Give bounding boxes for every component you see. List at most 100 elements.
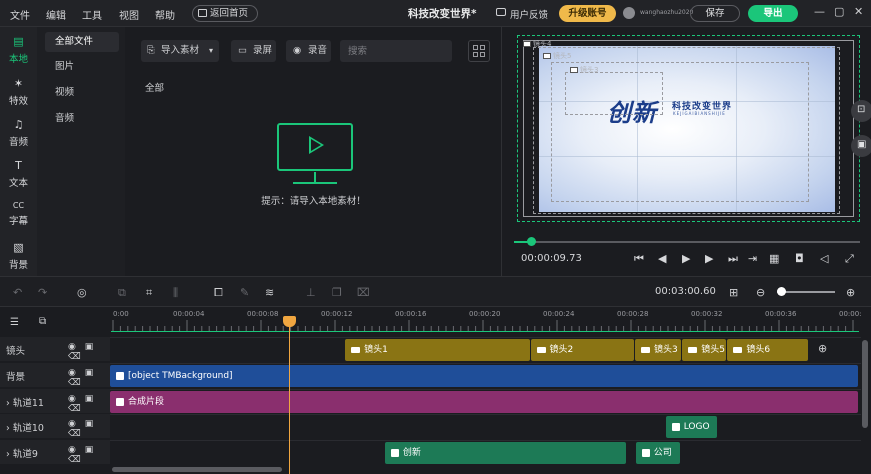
prev-frame-icon[interactable]: ◀ [658, 252, 666, 265]
sub-images[interactable]: 图片 [45, 57, 119, 77]
add-track-icon[interactable]: ⧉ [39, 316, 46, 327]
timeline-clip[interactable]: 镜头1 [345, 339, 530, 361]
track-controls-icon[interactable]: ◉ ▣ ⌫ [68, 368, 110, 388]
nav-background[interactable]: ▧ 背景 [0, 235, 37, 275]
track-header[interactable]: › 轨道10 ◉ ▣ ⌫ [0, 414, 110, 439]
ruler-tick-label: 00:00:28 [617, 310, 648, 318]
sub-audio[interactable]: 音频 [45, 109, 119, 129]
nav-subtitle[interactable]: CC 字幕 [0, 195, 37, 235]
zoom-slider-knob[interactable] [777, 287, 786, 296]
save-button[interactable]: 保存 [690, 5, 740, 22]
avatar[interactable] [623, 7, 635, 19]
timeline-clip[interactable]: [object TMBackground] [110, 365, 858, 387]
monitor-base [293, 182, 337, 184]
menu-file[interactable]: 文件 [10, 7, 30, 22]
sub-all-files[interactable]: 全部文件 [45, 32, 119, 52]
canvas-tag-shot5[interactable]: 镜头5 [543, 51, 571, 61]
play-button[interactable]: ▶ [682, 252, 690, 265]
undo-icon[interactable]: ↶ [13, 286, 22, 299]
track-lane[interactable]: 创新 公司 [110, 440, 861, 464]
playhead-handle[interactable] [283, 316, 296, 327]
export-button[interactable]: 导出 [748, 5, 798, 22]
track-lane[interactable]: 镜头1 镜头2 镜头3 镜头5 镜头6 ⊕ [110, 337, 861, 361]
nav-text[interactable]: T 文本 [0, 153, 37, 193]
track-header[interactable]: › 轨道9 ◉ ▣ ⌫ [0, 440, 110, 465]
redo-icon[interactable]: ↷ [38, 286, 47, 299]
zoom-out-icon[interactable]: ⊖ [756, 286, 765, 299]
preview-progress-knob[interactable] [527, 237, 537, 246]
fit-timeline-icon[interactable]: ⊞ [729, 286, 738, 299]
track-header[interactable]: 镜头 ◉ ▣ ⌫ [0, 337, 110, 362]
layers-icon[interactable]: ≋ [265, 286, 274, 299]
record-audio-button[interactable]: ◉ 录音 [286, 40, 331, 62]
track-lane[interactable]: 合成片段 [110, 389, 861, 413]
minimize-icon[interactable]: — [814, 5, 825, 18]
next-frame-icon[interactable]: ▶ [705, 252, 713, 265]
timeline-clip[interactable]: 合成片段 [110, 391, 858, 413]
timeline-clip[interactable]: 镜头6 [727, 339, 809, 361]
nav-background-label: 背景 [8, 260, 28, 271]
fit-icon[interactable]: ⧉ [118, 286, 126, 300]
clip-label: 公司 [653, 448, 672, 458]
timeline-clip[interactable]: 创新 [384, 442, 626, 464]
timeline-clip[interactable]: 镜头5 [682, 339, 727, 361]
crop-tool-icon[interactable]: ⌗ [146, 286, 152, 300]
nav-effects[interactable]: ✶ 特效 [0, 71, 37, 111]
track-controls-icon[interactable]: ◉ ▣ ⌫ [68, 445, 110, 465]
canvas-tag-shot3[interactable]: 镜头3 [570, 65, 598, 75]
grid-view-button[interactable] [468, 40, 490, 62]
lock-tool-button[interactable]: ▣ [851, 135, 871, 157]
canvas-tag-shot4[interactable]: 镜头4 [523, 39, 551, 49]
menu-edit[interactable]: 编辑 [46, 7, 66, 22]
volume-icon[interactable]: ◁ [820, 252, 828, 265]
add-shot-icon[interactable]: ⊕ [818, 342, 827, 355]
timeline-vscrollbar[interactable] [862, 340, 868, 428]
track-controls-icon[interactable]: ◉ ▣ ⌫ [68, 394, 110, 414]
record-screen-button[interactable]: ▭ 录屏 [231, 40, 276, 62]
menu-view[interactable]: 视图 [119, 7, 139, 22]
timeline-clip[interactable]: 镜头3 [634, 339, 682, 361]
track-controls-icon[interactable]: ◉ ▣ ⌫ [68, 342, 110, 362]
menu-tools[interactable]: 工具 [82, 7, 102, 22]
upgrade-button[interactable]: 升级账号 [559, 5, 616, 22]
jump-end-icon[interactable]: ⇥ [748, 252, 757, 265]
snapshot-icon[interactable]: ◘ [795, 252, 804, 265]
zoom-in-icon[interactable]: ⊕ [846, 286, 855, 299]
sub-videos[interactable]: 视频 [45, 83, 119, 103]
feedback-button[interactable]: 用户反馈 [496, 7, 548, 21]
import-button[interactable]: ⎘ 导入素材 ▾ [141, 40, 219, 62]
fullscreen-icon[interactable]: ⤢ [845, 252, 854, 266]
timeline-clip[interactable]: 公司 [635, 442, 680, 464]
track-settings-icon[interactable]: ☰ [10, 317, 19, 328]
ruler-tick-label: 00:00:16 [395, 310, 427, 318]
tag-icon[interactable]: ⧠ [214, 286, 223, 300]
skip-end-icon[interactable]: ⏭ [728, 252, 738, 266]
copy-icon[interactable]: ❐ [332, 286, 342, 299]
nav-subtitle-label: 字幕 [8, 216, 28, 227]
delete-icon[interactable]: ⌧ [357, 286, 370, 299]
camera-icon [688, 346, 698, 353]
timeline-clip[interactable]: 镜头2 [530, 339, 634, 361]
track-lane[interactable]: LOGO [110, 414, 861, 438]
track-header[interactable]: 背景 ◉ ▣ ⌫ [0, 363, 110, 388]
timeline-hscrollbar[interactable] [112, 467, 282, 472]
skip-start-icon[interactable]: ⏮ [634, 252, 644, 266]
split-icon[interactable]: ⫼ [173, 286, 178, 300]
track-controls-icon[interactable]: ◉ ▣ ⌫ [68, 419, 110, 439]
timeline-clip[interactable]: LOGO [665, 416, 718, 438]
back-home-button[interactable]: 返回首页 [192, 5, 258, 22]
crop-tool-button[interactable]: ⊡ [851, 100, 871, 122]
close-icon[interactable]: ✕ [854, 5, 863, 18]
track-lane[interactable]: [object TMBackground] [110, 363, 861, 387]
nav-local[interactable]: ▤ 本地 [0, 29, 37, 69]
search-input[interactable] [340, 40, 452, 62]
stamp-icon[interactable]: ⊥ [306, 286, 316, 299]
record-icon[interactable]: ◎ [77, 286, 87, 299]
nav-audio[interactable]: ♫ 音频 [0, 112, 37, 152]
grid-toggle-icon[interactable]: ▦ [769, 252, 779, 265]
menu-help[interactable]: 帮助 [155, 7, 175, 22]
preview-progress-track[interactable] [514, 241, 860, 243]
track-header[interactable]: › 轨道11 ◉ ▣ ⌫ [0, 389, 110, 414]
edit-icon[interactable]: ✎ [240, 286, 249, 299]
maximize-icon[interactable]: ▢ [834, 5, 844, 18]
